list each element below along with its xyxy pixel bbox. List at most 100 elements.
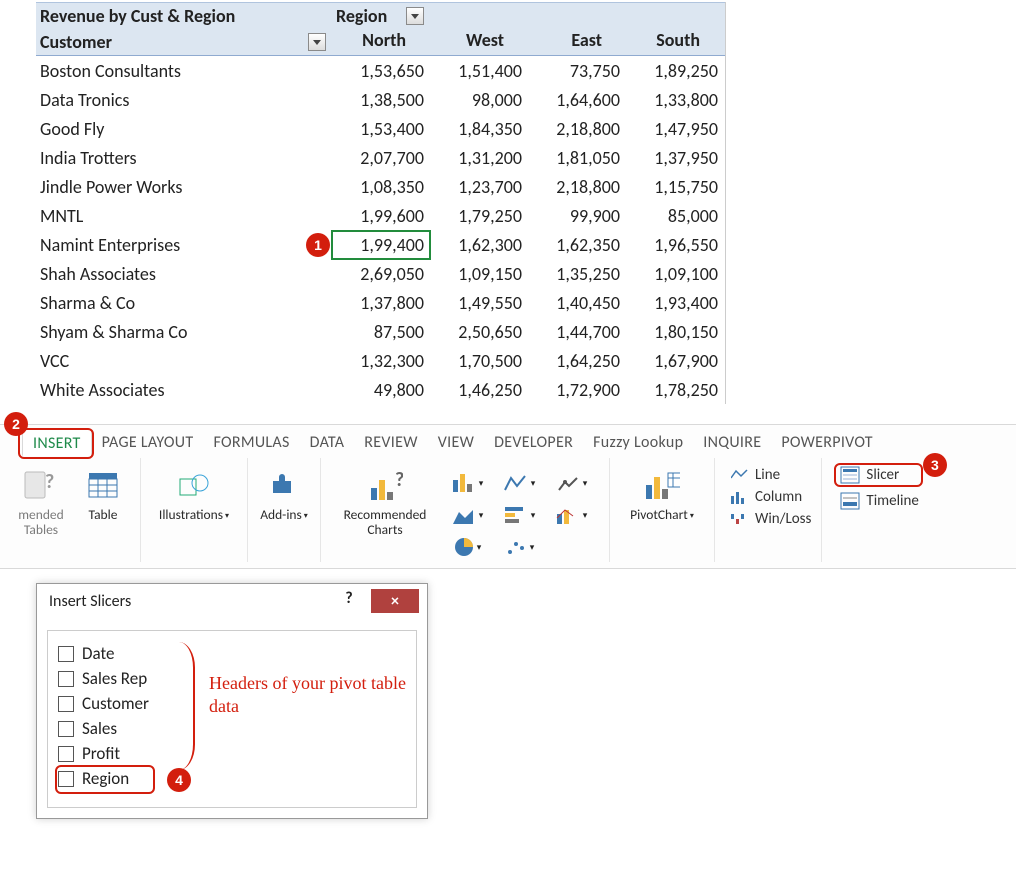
value-cell[interactable]: 99,900 — [528, 202, 626, 230]
ribbon-tab-developer[interactable]: DEVELOPER — [484, 429, 583, 456]
slicer-field-date[interactable]: Date — [58, 641, 406, 666]
table-button[interactable]: Table — [76, 462, 130, 523]
value-cell[interactable]: 1,09,100 — [626, 260, 724, 288]
value-cell[interactable]: 1,35,250 — [528, 260, 626, 288]
value-cell[interactable]: 1,33,800 — [626, 86, 724, 114]
value-cell[interactable]: 1,72,900 — [528, 376, 626, 404]
value-cell[interactable]: 1,99,600 — [332, 202, 430, 230]
chart-gallery[interactable]: ▾ ▾ ▾ ▾ ▾ ▾ ▾ ▾ — [439, 462, 599, 562]
table-row[interactable]: Shyam & Sharma Co87,5002,50,6501,44,7001… — [36, 317, 725, 346]
value-cell[interactable]: 1,62,350 — [528, 231, 626, 259]
value-cell[interactable]: 1,53,400 — [332, 115, 430, 143]
value-cell[interactable]: 1,62,300 — [430, 231, 528, 259]
ribbon-tab-inquire[interactable]: INQUIRE — [693, 429, 771, 456]
value-cell[interactable]: 73,750 — [528, 57, 626, 85]
value-cell[interactable]: 1,99,400 — [332, 231, 430, 259]
value-cell[interactable]: 1,96,550 — [626, 231, 724, 259]
value-cell[interactable]: 1,64,250 — [528, 347, 626, 375]
value-cell[interactable]: 1,46,250 — [430, 376, 528, 404]
value-cell[interactable]: 87,500 — [332, 318, 430, 346]
customer-cell[interactable]: Sharma & Co — [36, 289, 332, 317]
ribbon-tab-page-layout[interactable]: PAGE LAYOUT — [92, 429, 204, 456]
customer-cell[interactable]: Good Fly — [36, 115, 332, 143]
slicer-field-region[interactable]: Region — [58, 766, 406, 791]
value-cell[interactable]: 49,800 — [332, 376, 430, 404]
customer-cell[interactable]: Data Tronics — [36, 86, 332, 114]
value-cell[interactable]: 85,000 — [626, 202, 724, 230]
value-cell[interactable]: 1,49,550 — [430, 289, 528, 317]
value-cell[interactable]: 1,67,900 — [626, 347, 724, 375]
table-row[interactable]: White Associates49,8001,46,2501,72,9001,… — [36, 375, 725, 404]
customer-cell[interactable]: Boston Consultants — [36, 57, 332, 85]
ribbon-tab-data[interactable]: DATA — [300, 429, 355, 456]
sparkline-line-button[interactable]: Line — [731, 466, 811, 484]
value-cell[interactable]: 1,31,200 — [430, 144, 528, 172]
ribbon-tab-insert[interactable]: INSERT — [22, 429, 92, 456]
value-cell[interactable]: 2,50,650 — [430, 318, 528, 346]
value-cell[interactable]: 1,37,800 — [332, 289, 430, 317]
value-cell[interactable]: 2,18,800 — [528, 173, 626, 201]
table-row[interactable]: Boston Consultants1,53,6501,51,40073,750… — [36, 56, 725, 85]
value-cell[interactable]: 98,000 — [430, 86, 528, 114]
checkbox-icon[interactable] — [58, 646, 74, 662]
illustrations-button[interactable]: Illustrations▾ — [151, 462, 237, 523]
value-cell[interactable]: 1,78,250 — [626, 376, 724, 404]
value-cell[interactable]: 1,80,150 — [626, 318, 724, 346]
value-cell[interactable]: 2,69,050 — [332, 260, 430, 288]
value-cell[interactable]: 1,89,250 — [626, 57, 724, 85]
customer-cell[interactable]: Jindle Power Works — [36, 173, 332, 201]
value-cell[interactable]: 1,84,350 — [430, 115, 528, 143]
value-cell[interactable]: 1,32,300 — [332, 347, 430, 375]
scatter-chart-icon[interactable]: ▾ — [497, 532, 541, 562]
value-cell[interactable]: 1,51,400 — [430, 57, 528, 85]
value-cell[interactable]: 1,40,450 — [528, 289, 626, 317]
value-cell[interactable]: 2,18,800 — [528, 115, 626, 143]
checkbox-icon[interactable] — [58, 746, 74, 762]
customer-cell[interactable]: VCC — [36, 347, 332, 375]
value-cell[interactable]: 1,37,950 — [626, 144, 724, 172]
customer-cell[interactable]: Shah Associates — [36, 260, 332, 288]
table-row[interactable]: Data Tronics1,38,50098,0001,64,6001,33,8… — [36, 85, 725, 114]
stock-chart-icon[interactable]: ▾ — [549, 468, 593, 498]
value-cell[interactable]: 1,93,400 — [626, 289, 724, 317]
table-row[interactable]: MNTL1,99,6001,79,25099,90085,000 — [36, 201, 725, 230]
value-cell[interactable]: 1,38,500 — [332, 86, 430, 114]
timeline-button[interactable]: Timeline — [840, 492, 918, 510]
dialog-close-button[interactable]: × — [371, 589, 419, 613]
customer-dropdown-icon[interactable] — [308, 33, 326, 51]
value-cell[interactable]: 1,08,350 — [332, 173, 430, 201]
ribbon-tab-powerpivot[interactable]: POWERPIVOT — [771, 429, 883, 456]
ribbon-tab-review[interactable]: REVIEW — [354, 429, 427, 456]
hbar-chart-icon[interactable]: ▾ — [497, 500, 541, 530]
value-cell[interactable]: 1,44,700 — [528, 318, 626, 346]
recommended-pivottables-button[interactable]: ? mended Tables — [6, 462, 76, 538]
customer-cell[interactable]: India Trotters — [36, 144, 332, 172]
sparkline-column-button[interactable]: Column — [731, 488, 811, 506]
customer-cell[interactable]: MNTL — [36, 202, 332, 230]
bar-chart-icon[interactable]: ▾ — [445, 468, 489, 498]
value-cell[interactable]: 1,53,650 — [332, 57, 430, 85]
table-row[interactable]: Namint Enterprises1,99,4001,62,3001,62,3… — [36, 230, 725, 259]
slicer-button[interactable]: Slicer — [840, 466, 918, 484]
value-cell[interactable]: 2,07,700 — [332, 144, 430, 172]
value-cell[interactable]: 1,79,250 — [430, 202, 528, 230]
table-row[interactable]: Jindle Power Works1,08,3501,23,7002,18,8… — [36, 172, 725, 201]
value-cell[interactable]: 1,09,150 — [430, 260, 528, 288]
value-cell[interactable]: 1,70,500 — [430, 347, 528, 375]
customer-cell[interactable]: Namint Enterprises — [36, 231, 332, 259]
value-cell[interactable]: 1,23,700 — [430, 173, 528, 201]
region-dropdown-icon[interactable] — [406, 7, 424, 25]
recommended-charts-button[interactable]: ? Recommended Charts — [331, 462, 439, 538]
customer-cell[interactable]: Shyam & Sharma Co — [36, 318, 332, 346]
customer-cell[interactable]: White Associates — [36, 376, 332, 404]
combo-chart-icon[interactable]: ▾ — [549, 500, 593, 530]
checkbox-icon[interactable] — [58, 771, 74, 787]
ribbon-tab-fuzzy-lookup[interactable]: Fuzzy Lookup — [583, 429, 693, 456]
value-cell[interactable]: 1,81,050 — [528, 144, 626, 172]
sparkline-winloss-button[interactable]: Win/Loss — [731, 510, 811, 528]
ribbon-tab-formulas[interactable]: FORMULAS — [203, 429, 299, 456]
table-row[interactable]: Sharma & Co1,37,8001,49,5501,40,4501,93,… — [36, 288, 725, 317]
table-row[interactable]: Shah Associates2,69,0501,09,1501,35,2501… — [36, 259, 725, 288]
checkbox-icon[interactable] — [58, 721, 74, 737]
slicer-field-profit[interactable]: Profit — [58, 741, 406, 766]
